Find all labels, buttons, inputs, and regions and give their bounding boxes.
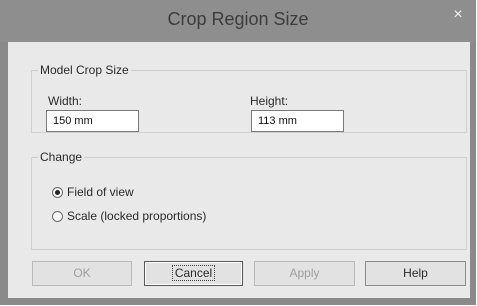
model-crop-size-legend: Model Crop Size <box>40 63 129 77</box>
height-label: Height: <box>250 94 289 108</box>
change-legend: Change <box>40 150 83 164</box>
help-button-label: Help <box>403 266 428 280</box>
model-crop-size-group: Model Crop Size Width: 150 mm Height: 11… <box>31 63 467 133</box>
ok-button[interactable]: OK <box>32 261 132 286</box>
dialog-window: Crop Region Size × Model Crop Size Width… <box>0 0 476 305</box>
dialog-body: Model Crop Size Width: 150 mm Height: 11… <box>8 42 470 298</box>
scale-locked-label: Scale (locked proportions) <box>67 209 207 223</box>
field-of-view-label: Field of view <box>67 185 134 199</box>
radio-scale-locked[interactable]: Scale (locked proportions) <box>52 209 206 223</box>
cancel-button[interactable]: Cancel <box>144 261 243 286</box>
radio-field-of-view[interactable]: Field of view <box>52 185 134 199</box>
ok-button-label: OK <box>73 266 91 280</box>
help-button[interactable]: Help <box>365 261 466 286</box>
radio-button-checked[interactable] <box>52 186 63 198</box>
apply-button[interactable]: Apply <box>254 261 355 286</box>
change-group: Change Field of view Scale (locked propo… <box>31 150 467 250</box>
width-input[interactable]: 150 mm <box>46 110 139 132</box>
height-input[interactable]: 113 mm <box>251 110 344 132</box>
apply-button-label: Apply <box>289 266 320 280</box>
dialog-title: Crop Region Size <box>167 9 309 29</box>
width-label: Width: <box>48 94 83 108</box>
close-icon[interactable]: × <box>449 6 467 24</box>
radio-button-unchecked[interactable] <box>52 210 63 222</box>
title-bar[interactable]: Crop Region Size × <box>0 0 476 42</box>
cancel-button-label: Cancel <box>171 265 216 281</box>
